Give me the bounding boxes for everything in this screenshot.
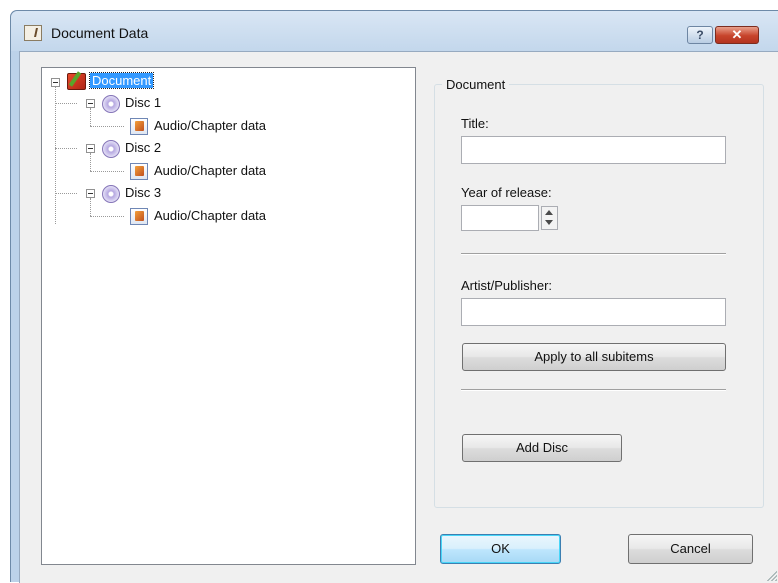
tree-connector	[90, 108, 91, 126]
tree-item-disc-2-audio[interactable]: Audio/Chapter data	[154, 163, 266, 178]
tree-connector	[90, 216, 124, 217]
disc-icon	[102, 140, 120, 158]
divider	[461, 253, 726, 255]
cancel-button[interactable]: Cancel	[628, 534, 753, 564]
tree-connector	[55, 193, 77, 194]
apply-to-all-subitems-button[interactable]: Apply to all subitems	[462, 343, 726, 371]
tree-item-disc-2[interactable]: Disc 2	[125, 140, 161, 155]
audio-chapter-icon	[130, 208, 148, 225]
collapse-disc-3-toggle[interactable]	[86, 189, 95, 198]
year-label: Year of release:	[461, 185, 552, 200]
close-button[interactable]: ✕	[715, 26, 759, 44]
spin-up-icon[interactable]	[545, 210, 553, 215]
app-icon	[24, 25, 42, 41]
disc-icon	[102, 95, 120, 113]
group-title: Document	[442, 77, 510, 92]
add-disc-button[interactable]: Add Disc	[462, 434, 622, 462]
tree-connector	[55, 103, 77, 104]
tree-item-disc-3-audio[interactable]: Audio/Chapter data	[154, 208, 266, 223]
title-input[interactable]	[461, 136, 726, 164]
resize-grip-icon[interactable]	[765, 569, 777, 581]
tree-item-disc-3[interactable]: Disc 3	[125, 185, 161, 200]
year-input[interactable]	[461, 205, 539, 231]
tree-connector	[90, 171, 124, 172]
ok-button[interactable]: OK	[440, 534, 561, 564]
year-spinner[interactable]	[541, 206, 558, 230]
title-label: Title:	[461, 116, 489, 131]
artist-label: Artist/Publisher:	[461, 278, 553, 293]
audio-chapter-icon	[130, 163, 148, 180]
help-button[interactable]: ?	[687, 26, 713, 44]
collapse-disc-1-toggle[interactable]	[86, 99, 95, 108]
tree-connector	[90, 126, 124, 127]
document-tree[interactable]: Document Disc 1 Audio/Chapter data Disc …	[41, 67, 416, 565]
dialog-client-area: Document Disc 1 Audio/Chapter data Disc …	[19, 51, 778, 583]
title-bar[interactable]: Document Data ? ✕	[11, 11, 778, 51]
tree-connector	[90, 153, 91, 171]
collapse-document-toggle[interactable]	[51, 78, 60, 87]
spin-down-icon[interactable]	[545, 220, 553, 225]
audio-chapter-icon	[130, 118, 148, 135]
artist-input[interactable]	[461, 298, 726, 326]
window-title: Document Data	[51, 25, 149, 41]
tree-item-document[interactable]: Document	[88, 72, 155, 89]
document-icon	[67, 73, 86, 90]
disc-icon	[102, 185, 120, 203]
tree-item-disc-1-audio[interactable]: Audio/Chapter data	[154, 118, 266, 133]
tree-item-disc-1[interactable]: Disc 1	[125, 95, 161, 110]
tree-connector	[55, 148, 77, 149]
divider	[461, 389, 726, 391]
tree-connector	[90, 198, 91, 216]
collapse-disc-2-toggle[interactable]	[86, 144, 95, 153]
document-data-dialog: Document Data ? ✕ Document Disc 1 Audio/…	[10, 10, 778, 583]
